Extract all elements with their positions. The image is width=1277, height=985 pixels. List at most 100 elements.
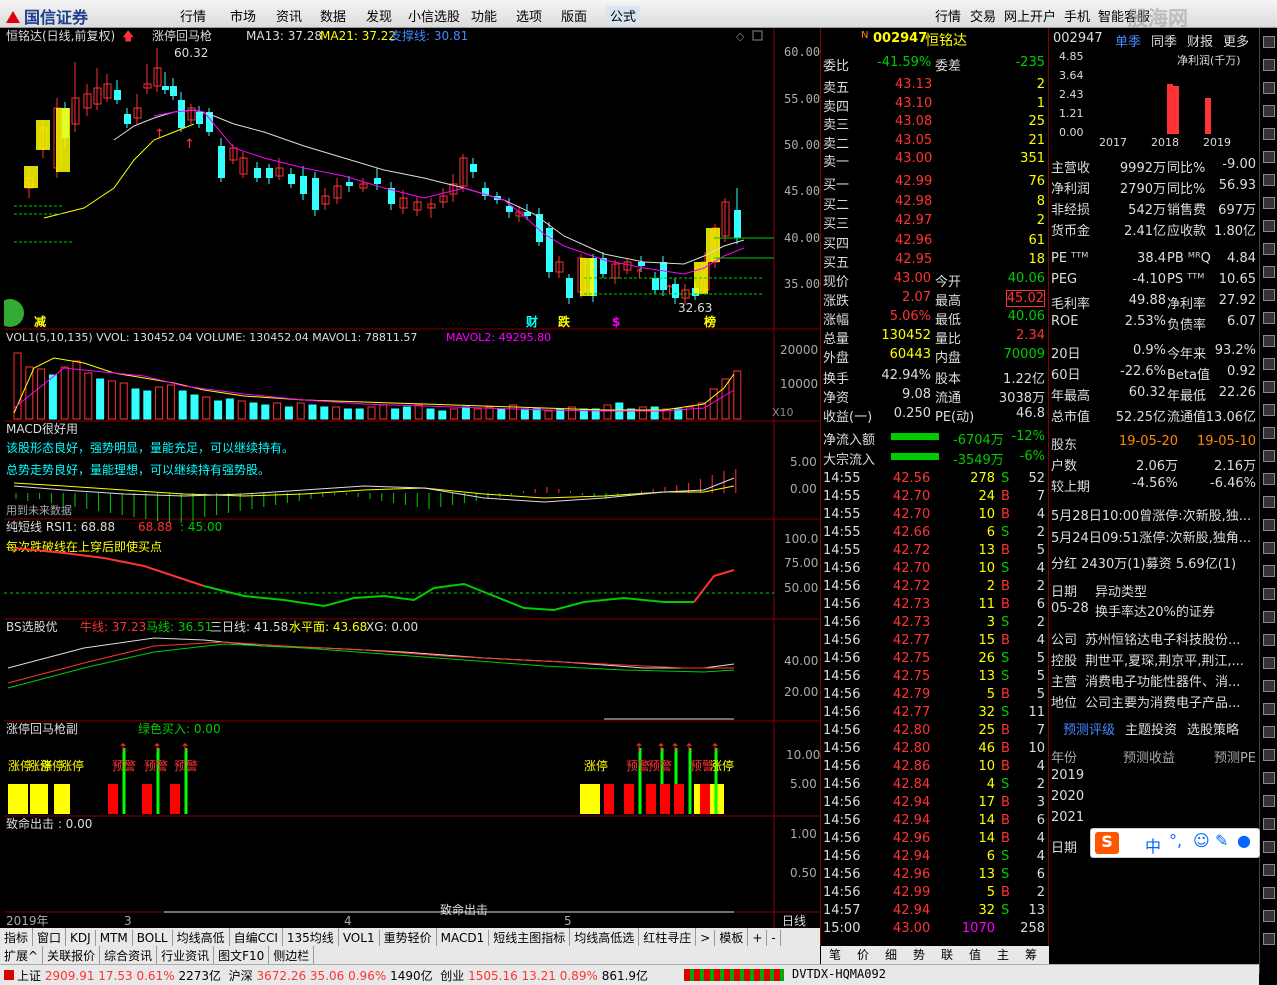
menu-right-quote[interactable]: 行情	[935, 6, 961, 25]
sidebar-tool-icon[interactable]	[1263, 381, 1275, 393]
sidebar-tool-icon[interactable]	[1263, 864, 1275, 876]
indicator-tab[interactable]: +	[748, 930, 768, 946]
sidebar-tool-icon[interactable]	[1263, 795, 1275, 807]
menu-options[interactable]: 选项	[516, 6, 542, 25]
sidebar-tool-icon[interactable]	[1263, 565, 1275, 577]
company-value[interactable]: 苏州恒铭达电子科技股份...	[1085, 629, 1240, 648]
menu-stock-picker[interactable]: 小信选股	[408, 6, 460, 25]
rating-tab[interactable]: 主题投资	[1125, 719, 1177, 738]
news-link[interactable]: 5月24日09:51涨停:次新股,独角...	[1051, 527, 1251, 546]
indicator-tab[interactable]: VOL1	[339, 930, 380, 946]
mic-icon[interactable]: ●	[1237, 831, 1251, 850]
sidebar-tool-icon[interactable]	[1263, 634, 1275, 646]
sidebar-tool-icon[interactable]	[1263, 726, 1275, 738]
rating-tab[interactable]: 预测评级	[1063, 719, 1115, 738]
sidebar-tool-icon[interactable]	[1263, 312, 1275, 324]
quote-tab[interactable]: 值	[961, 946, 989, 963]
company-value[interactable]: 荆世平,夏琛,荆京平,荆江,...	[1085, 650, 1244, 669]
menu-data[interactable]: 数据	[320, 6, 346, 25]
indicator-tab[interactable]: >	[696, 930, 716, 946]
sidebar-tool-icon[interactable]	[1263, 220, 1275, 232]
sidebar-tool-icon[interactable]	[1263, 151, 1275, 163]
sidebar-tool-icon[interactable]	[1263, 703, 1275, 715]
menu-news[interactable]: 资讯	[276, 6, 302, 25]
ime-toolbar[interactable]: S 中 °, ☺ ✎ ●	[1090, 828, 1260, 858]
indicator-tab[interactable]: 135均线	[283, 928, 339, 946]
sidebar-tool-icon[interactable]	[1263, 542, 1275, 554]
emoji-icon[interactable]: ☺	[1193, 831, 1210, 850]
extension-tab[interactable]: 行业资讯	[157, 946, 215, 964]
sidebar-tool-icon[interactable]	[1263, 818, 1275, 830]
indicator-tab[interactable]: MTM	[96, 930, 133, 946]
sidebar-tool-icon[interactable]	[1263, 496, 1275, 508]
quote-tab[interactable]: 筹	[1017, 946, 1045, 963]
menu-market[interactable]: 市场	[230, 6, 256, 25]
sidebar-tool-icon[interactable]	[1263, 841, 1275, 853]
indicator-tab[interactable]: 模板	[715, 928, 749, 946]
rating-tab[interactable]: 选股策略	[1187, 719, 1239, 738]
sidebar-tool-icon[interactable]	[1263, 450, 1275, 462]
indicator-tab[interactable]: 红柱寻庄	[639, 928, 697, 946]
sidebar-tool-icon[interactable]	[1263, 243, 1275, 255]
server-label[interactable]: DVTDX-HQMA092	[792, 967, 886, 981]
indicator-tab[interactable]: -	[767, 930, 781, 946]
event-mark[interactable]: 财	[525, 314, 538, 329]
news-link[interactable]: 5月28日10:00曾涨停:次新股,独...	[1051, 505, 1251, 524]
menu-open-account[interactable]: 网上开户	[1004, 6, 1056, 25]
sidebar-tool-icon[interactable]	[1263, 197, 1275, 209]
event-mark[interactable]: $	[612, 315, 620, 329]
quote-tab[interactable]: 笔	[821, 946, 849, 963]
indicator-tab[interactable]: 指标	[0, 928, 34, 946]
menu-discover[interactable]: 发现	[366, 6, 392, 25]
event-mark[interactable]: 减	[34, 314, 46, 329]
sidebar-tool-icon[interactable]	[1263, 611, 1275, 623]
event-mark[interactable]: 跌	[558, 314, 571, 329]
indicator-tab[interactable]: 窗口	[33, 928, 67, 946]
period-label[interactable]: 日线	[782, 914, 806, 928]
quote-tab[interactable]: 主	[989, 946, 1017, 963]
extension-tab[interactable]: 综合资讯	[100, 946, 158, 964]
extension-tab[interactable]: 图文F10	[214, 946, 270, 964]
sidebar-tool-icon[interactable]	[1263, 358, 1275, 370]
sidebar-tool-icon[interactable]	[1263, 82, 1275, 94]
event-mark[interactable]: 榜	[704, 314, 716, 329]
company-value[interactable]: 公司主要为消费电子产品...	[1085, 692, 1240, 711]
sidebar-tool-icon[interactable]	[1263, 772, 1275, 784]
sidebar-tool-icon[interactable]	[1263, 588, 1275, 600]
right-sidebar[interactable]	[1259, 28, 1277, 974]
menu-trade[interactable]: 交易	[970, 6, 996, 25]
collapse-diamond-icon[interactable]: ◇	[736, 30, 745, 43]
company-value[interactable]: 消费电子功能性器件、消...	[1085, 671, 1240, 690]
indicator-tab[interactable]: 自编CCI	[230, 928, 283, 946]
menu-quote[interactable]: 行情	[180, 6, 206, 25]
extension-tab[interactable]: 关联报价	[43, 946, 101, 964]
quote-tab[interactable]: 势	[905, 946, 933, 963]
indicator-tab[interactable]: MACD1	[437, 930, 490, 946]
extension-tab[interactable]: 扩展^	[0, 946, 44, 964]
punct-icon[interactable]: °,	[1169, 831, 1182, 850]
indicator-tab[interactable]: 重势轻价	[380, 928, 437, 946]
quote-tab[interactable]: 细	[877, 946, 905, 963]
f10-tab[interactable]: 同季	[1151, 31, 1177, 50]
quote-tab[interactable]: 价	[849, 946, 877, 963]
sidebar-tool-icon[interactable]	[1263, 657, 1275, 669]
indicator-tab[interactable]: 均线高低选	[570, 928, 640, 946]
sidebar-tool-icon[interactable]	[1263, 427, 1275, 439]
menu-mobile[interactable]: 手机	[1064, 6, 1090, 25]
sidebar-tool-icon[interactable]	[1263, 519, 1275, 531]
indicator-tab[interactable]: KDJ	[66, 930, 96, 946]
sidebar-tool-icon[interactable]	[1263, 473, 1275, 485]
sidebar-tool-icon[interactable]	[1263, 749, 1275, 761]
menu-layout[interactable]: 版面	[561, 6, 587, 25]
pen-icon[interactable]: ✎	[1215, 831, 1228, 850]
quote-tab[interactable]: 联	[933, 946, 961, 963]
ime-mode[interactable]: 中	[1145, 833, 1161, 857]
sidebar-tool-icon[interactable]	[1263, 289, 1275, 301]
maximize-icon[interactable]	[752, 30, 763, 41]
menu-function[interactable]: 功能	[471, 6, 497, 25]
sidebar-tool-icon[interactable]	[1263, 266, 1275, 278]
menu-formula[interactable]: 公式	[606, 6, 641, 25]
score-badge[interactable]	[4, 299, 24, 327]
sidebar-tool-icon[interactable]	[1263, 128, 1275, 140]
sidebar-tool-icon[interactable]	[1263, 36, 1275, 48]
